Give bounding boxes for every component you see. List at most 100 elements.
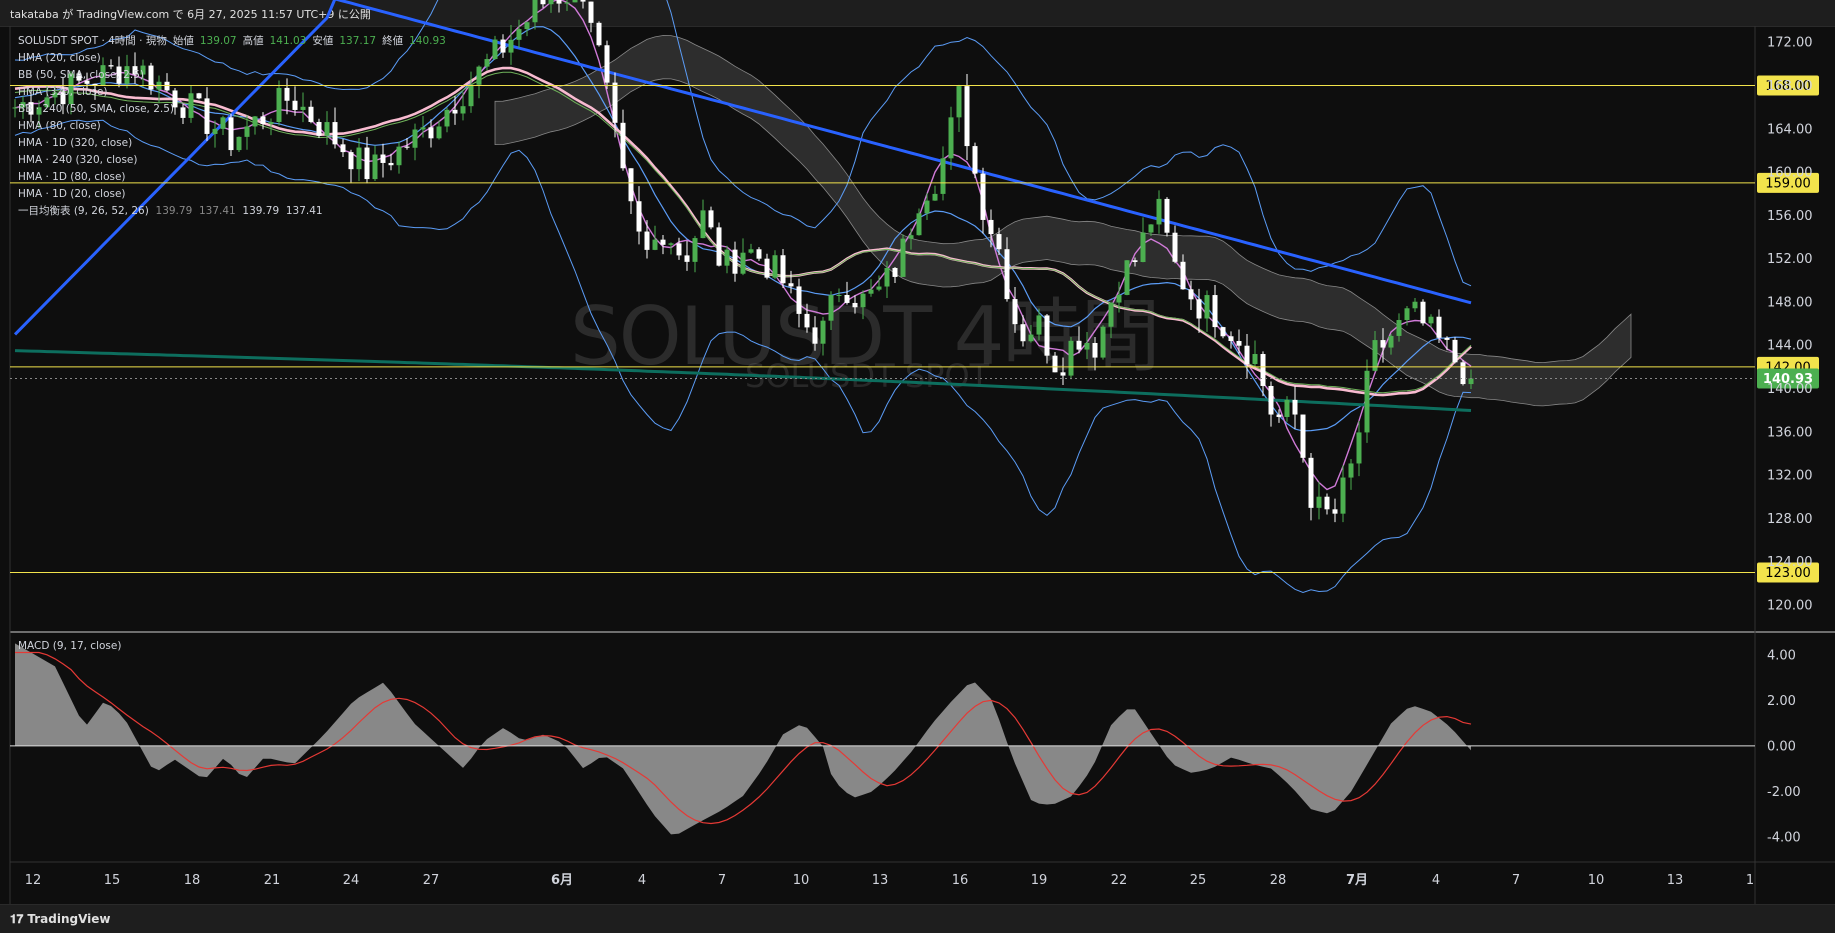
candle-body xyxy=(852,302,858,308)
candle-body xyxy=(1332,509,1338,514)
candle-body xyxy=(1468,378,1474,385)
candle-body xyxy=(932,193,938,201)
candle-body xyxy=(460,106,466,114)
y-tick-label: 132.00 xyxy=(1767,469,1813,484)
candle-body xyxy=(868,289,874,294)
candle-body xyxy=(980,173,986,220)
y-tick-label: 152.00 xyxy=(1767,252,1813,267)
candle-body xyxy=(1308,457,1314,508)
candle-body xyxy=(1388,335,1394,348)
candle-body xyxy=(1076,340,1082,350)
candle-body xyxy=(1276,414,1282,417)
indicator-hma-1d-320[interactable]: HMA · 1D (320, close) xyxy=(18,135,452,152)
candle-body xyxy=(740,252,746,274)
candle-body xyxy=(628,168,634,202)
indicator-bb-50[interactable]: BB (50, SMA, close, 2.5) xyxy=(18,67,452,84)
candle-body xyxy=(660,239,666,245)
x-tick-label: 7 xyxy=(718,873,726,888)
candle-body xyxy=(860,293,866,308)
candle-body xyxy=(1164,198,1170,233)
candle-body xyxy=(1268,385,1274,415)
x-tick-label: 19 xyxy=(1031,873,1048,888)
candle-body xyxy=(772,255,778,278)
candle-body xyxy=(620,122,626,169)
candle-body xyxy=(1316,496,1322,508)
candle-body xyxy=(1436,316,1442,338)
x-tick-label: 12 xyxy=(25,873,42,888)
candle-body xyxy=(580,0,586,2)
candle-body xyxy=(452,109,458,114)
candle-body xyxy=(804,313,810,328)
candle-body xyxy=(1180,261,1186,290)
candle-body xyxy=(892,267,898,277)
candle-body xyxy=(836,295,842,297)
indicator-hma-1d-20[interactable]: HMA · 1D (20, close) xyxy=(18,186,452,203)
x-tick-label: 6月 xyxy=(551,873,573,888)
candle-body xyxy=(732,249,738,274)
candle-body xyxy=(988,219,994,235)
candle-body xyxy=(1140,232,1146,263)
macd-y-tick-label: 0.00 xyxy=(1767,739,1796,754)
candle-body xyxy=(572,0,578,3)
x-tick-label: 7月 xyxy=(1346,873,1368,888)
candle-body xyxy=(820,320,826,344)
x-tick-label: 18 xyxy=(184,873,201,888)
indicator-hma-1d-80[interactable]: HMA · 1D (80, close) xyxy=(18,169,452,186)
candle-body xyxy=(900,238,906,277)
indicator-hma-80[interactable]: HMA (80, close) xyxy=(18,118,452,135)
candle-body xyxy=(1116,294,1122,303)
indicator-hma-320[interactable]: HMA (320, close) xyxy=(18,84,452,101)
macd-legend[interactable]: MACD (9, 17, close) xyxy=(18,640,121,652)
candle-body xyxy=(676,243,682,256)
candle-body xyxy=(524,22,530,30)
macd-y-tick-label: -4.00 xyxy=(1767,830,1801,845)
y-tick-label: 144.00 xyxy=(1767,339,1813,354)
candle-body xyxy=(1372,340,1378,371)
candle-body xyxy=(1220,327,1226,337)
macd-histogram xyxy=(15,643,1471,835)
candle-body xyxy=(12,107,18,109)
candle-body xyxy=(652,239,658,250)
candle-body xyxy=(812,327,818,344)
candle-body xyxy=(644,231,650,250)
indicator-ichimoku[interactable]: 一目均衡表 (9, 26, 52, 26) 139.79 137.41 139.… xyxy=(18,203,452,220)
candle-body xyxy=(1124,260,1130,295)
tradingview-logo[interactable]: 𝟏𝟕 TradingView xyxy=(10,912,111,927)
y-tick-label: 124.00 xyxy=(1767,555,1813,570)
candle-body xyxy=(876,286,882,290)
candle-body xyxy=(716,227,722,266)
indicator-hma-240-320[interactable]: HMA · 240 (320, close) xyxy=(18,152,452,169)
candle-body xyxy=(1452,339,1458,363)
candle-body xyxy=(788,283,794,287)
indicator-bb-240[interactable]: BB · 240 (50, SMA, close, 2.5) xyxy=(18,101,452,118)
candle-body xyxy=(1244,345,1250,365)
y-tick-label: 128.00 xyxy=(1767,512,1813,527)
candle-body xyxy=(1028,334,1034,342)
close-value: 140.93 xyxy=(409,35,446,47)
x-tick-label: 24 xyxy=(343,873,360,888)
candle-body xyxy=(604,45,610,83)
y-tick-label: 136.00 xyxy=(1767,425,1813,440)
candle-body xyxy=(476,66,482,85)
candle-body xyxy=(1356,432,1362,464)
candle-body xyxy=(996,234,1002,250)
candle-body xyxy=(1068,340,1074,376)
candle-body xyxy=(828,295,834,321)
candle-body xyxy=(1396,320,1402,336)
candle-body xyxy=(1012,299,1018,325)
candle-body xyxy=(1172,232,1178,262)
candle-body xyxy=(916,213,922,236)
candle-body xyxy=(484,59,490,67)
candle-body xyxy=(500,39,506,53)
x-tick-label: 16 xyxy=(952,873,969,888)
x-tick-label: 13 xyxy=(1667,873,1684,888)
candle-body xyxy=(1412,301,1418,309)
indicator-hma-20[interactable]: HMA (20, close) xyxy=(18,50,452,67)
x-tick-label: 13 xyxy=(872,873,889,888)
macd-y-tick-label: 2.00 xyxy=(1767,694,1796,709)
candle-body xyxy=(588,1,594,23)
candle-body xyxy=(1084,342,1090,350)
x-tick-label: 28 xyxy=(1270,873,1287,888)
y-tick-label: 140.00 xyxy=(1767,382,1813,397)
candle-body xyxy=(532,0,538,23)
